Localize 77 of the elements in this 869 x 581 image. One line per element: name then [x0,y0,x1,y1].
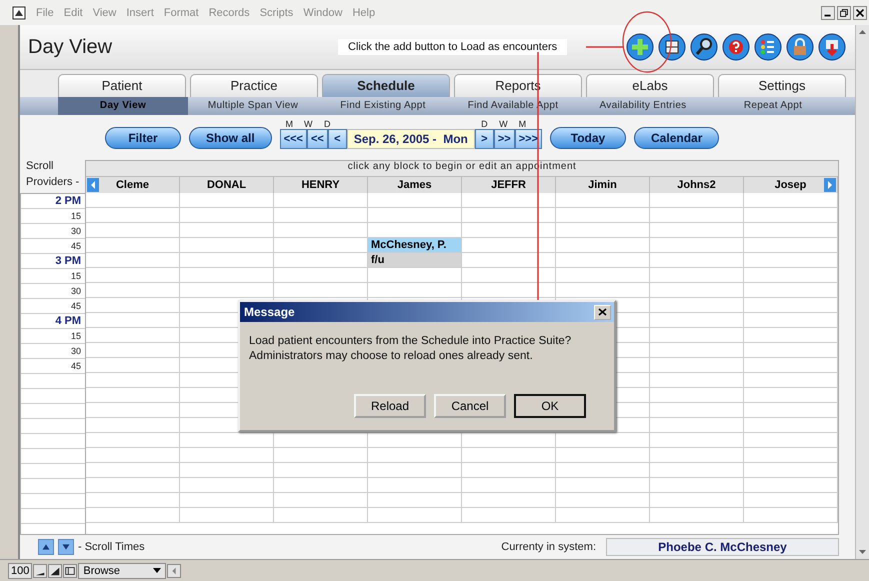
minimize-icon[interactable] [821,6,835,20]
help-icon[interactable] [721,32,751,62]
layout-icon[interactable] [63,564,78,578]
scroll-right-icon[interactable] [824,178,836,192]
step-letter: M [518,119,528,129]
time-label: 2 PM [21,194,85,209]
tab[interactable]: eLabs [586,74,714,97]
time-label: 30 [21,344,85,359]
current-user-field: Phoebe C. McChesney [606,538,839,556]
time-label: 45 [21,359,85,374]
close-icon[interactable] [598,308,607,316]
download-icon[interactable] [817,32,847,62]
leader-line [586,46,624,48]
subtab[interactable]: Availability Entries [578,97,708,115]
view-title: Day View [28,36,114,58]
zoom-level[interactable]: 100 [8,562,32,578]
app-icon [12,6,26,20]
step-letter: W [498,119,509,129]
nav-button[interactable]: Show all [189,127,272,149]
time-label: 30 [21,224,85,239]
mode-dropdown[interactable]: Browse [78,562,166,578]
hint-text: Click the add button to Load as encounters [338,39,568,55]
time-label: 15 [21,269,85,284]
close-button[interactable] [594,304,611,320]
step-letter: D [480,119,489,129]
providers-label: Providers - [25,176,80,190]
close-icon[interactable] [853,6,867,20]
nav-button[interactable]: Filter [105,127,181,149]
step-forward-button[interactable]: > [474,129,494,149]
tab[interactable]: Patient [58,74,186,97]
list-icon[interactable] [753,32,783,62]
subtab[interactable]: Day View [58,97,188,115]
time-label: 45 [21,299,85,314]
current-user-label: Currenty in system: [501,541,596,553]
subtab[interactable]: Find Existing Appt [318,97,448,115]
appointment-name[interactable]: McChesney, P. [368,238,462,252]
lock-icon[interactable] [785,32,815,62]
step-letter: W [302,119,314,129]
appointment-note[interactable]: f/u [368,253,462,267]
tab[interactable]: Settings [718,74,846,97]
subtab[interactable]: Multiple Span View [188,97,318,115]
restore-icon[interactable] [837,6,851,20]
scroll-up-icon[interactable] [38,539,54,555]
tab[interactable]: Schedule [322,74,450,97]
add-icon[interactable] [625,32,655,62]
time-label: 45 [21,239,85,254]
dialog-message: Load patient encounters from the Schedule into Practice Suite? Administrators may choose to reload ones already sent. [248,334,572,364]
scroll-down-icon[interactable] [58,539,74,555]
nav-button[interactable]: Calendar [634,127,720,149]
subtab[interactable]: Repeat Appt [708,97,838,115]
zoom-in-icon[interactable] [48,564,62,578]
step-back-button[interactable]: << [306,129,328,149]
caret-icon[interactable] [153,568,162,574]
tab[interactable]: Practice [190,74,318,97]
step-forward-button[interactable]: >> [494,129,515,149]
nav-button[interactable]: Today [550,127,626,149]
annotation-circle [622,11,672,73]
time-label: 15 [21,329,85,344]
date-display: Sep. 26, 2005 - Mon [346,129,475,149]
scroll-left-icon[interactable] [87,178,99,192]
zoom-out-icon[interactable] [33,564,48,578]
scroll-left-icon[interactable] [167,564,182,578]
time-label: 3 PM [21,254,85,269]
step-back-button[interactable]: < [328,129,347,149]
step-letter: M [284,119,294,129]
scroll-times-label: - Scroll Times [78,541,145,553]
step-letter: D [322,119,332,129]
dialog-button[interactable]: Reload [354,394,426,418]
time-label: 30 [21,284,85,299]
search-icon[interactable] [689,32,719,62]
scroll-label: Scroll [25,160,55,174]
time-label: 15 [21,209,85,224]
dialog-button[interactable]: Cancel [434,394,506,418]
dialog-button[interactable]: OK [514,394,586,418]
time-label: 4 PM [21,314,85,329]
step-back-button[interactable]: <<< [280,129,307,149]
dialog-title: Message [244,305,295,319]
